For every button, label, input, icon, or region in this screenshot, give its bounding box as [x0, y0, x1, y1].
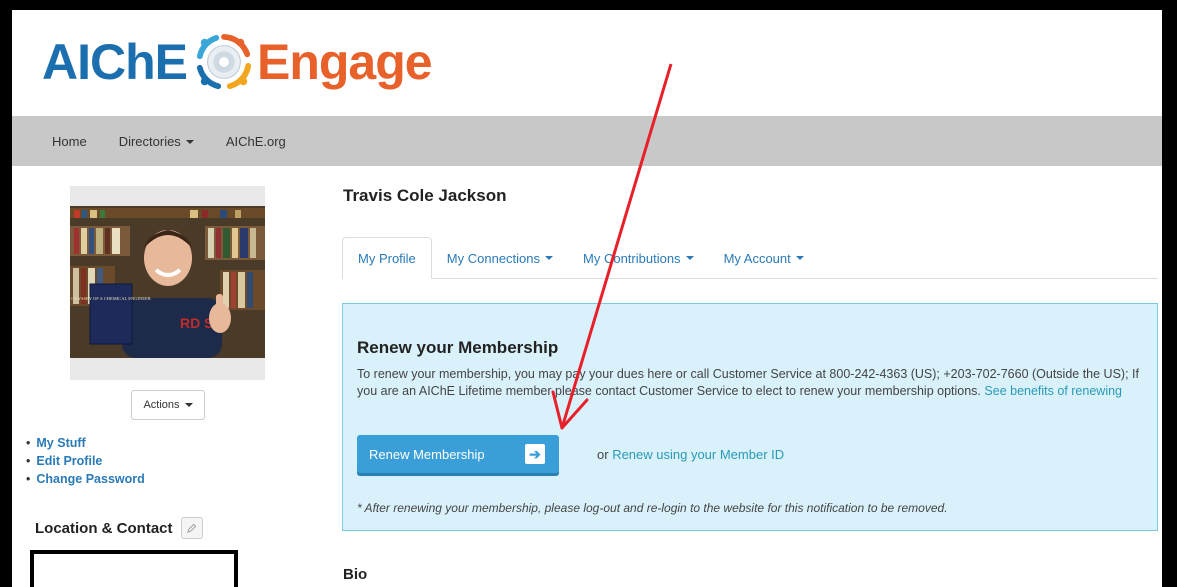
globe-people-icon [196, 33, 252, 90]
tab-my-profile[interactable]: My Profile [342, 237, 432, 279]
or-label: or [597, 447, 609, 462]
renew-note: * After renewing your membership, please… [357, 501, 948, 515]
redacted-contact-box [30, 550, 238, 587]
or-renew-member-id: or Renew using your Member ID [597, 447, 784, 462]
edit-location-button[interactable] [180, 517, 203, 539]
logo-text-aiche: AIChE [42, 34, 188, 90]
pencil-icon [187, 523, 197, 533]
caret-down-icon [795, 256, 804, 260]
actions-label: Actions [143, 399, 180, 411]
tab-my-account[interactable]: My Account [709, 238, 819, 278]
benefits-link[interactable]: See benefits of renewing [984, 384, 1122, 398]
tab-label: My Account [723, 250, 791, 266]
nav-aiche-org-label: AIChE.org [225, 133, 286, 149]
book-title-text: ODYSSEY OF A CHEMICAL ENGINEER [71, 296, 150, 301]
bio-heading: Bio [343, 566, 368, 583]
tab-my-connections[interactable]: My Connections [432, 238, 568, 278]
renew-button-label: Renew Membership [369, 446, 485, 462]
nav-directories-label: Directories [118, 133, 181, 149]
nav-aiche-org[interactable]: AIChE.org [226, 134, 286, 149]
caret-down-icon [184, 403, 193, 407]
renew-description: To renew your membership, you may pay yo… [357, 366, 1147, 400]
renew-membership-button[interactable]: Renew Membership ➔ [357, 435, 559, 473]
location-contact-label: Location & Contact [35, 519, 173, 537]
profile-photo: RD SO ODYSSEY OF A CHEMICAL ENGINEER [70, 186, 265, 380]
renew-title: Renew your Membership [357, 338, 559, 357]
nav-home-label: Home [52, 133, 87, 149]
tab-label: My Profile [358, 250, 416, 266]
sidebar-link-edit-profile[interactable]: Edit Profile [26, 452, 145, 470]
actions-dropdown-button[interactable]: Actions [131, 390, 205, 420]
sidebar-links: My Stuff Edit Profile Change Password [26, 434, 145, 488]
tab-my-contributions[interactable]: My Contributions [568, 238, 709, 278]
logo-text-engage: Engage [257, 34, 433, 90]
renew-member-id-link[interactable]: Renew using your Member ID [612, 447, 784, 462]
renew-membership-alert: Renew your Membership To renew your memb… [342, 303, 1158, 531]
sidebar-link-my-stuff[interactable]: My Stuff [26, 434, 145, 452]
sidebar-link-change-password[interactable]: Change Password [26, 470, 144, 488]
profile-name: Travis Cole Jackson [343, 186, 507, 205]
tab-label: My Connections [446, 250, 541, 266]
caret-down-icon [545, 256, 554, 260]
nav-directories[interactable]: Directories [119, 134, 194, 149]
aiche-engage-logo[interactable]: AIChE Engage [42, 32, 433, 92]
caret-down-icon [685, 256, 694, 260]
caret-down-icon [185, 140, 194, 145]
tab-label: My Contributions [583, 250, 681, 266]
nav-home[interactable]: Home [52, 134, 87, 149]
location-contact-heading: Location & Contact [35, 517, 203, 539]
profile-tabs: My Profile My Connections My Contributio… [342, 237, 1158, 279]
arrow-right-icon: ➔ [525, 444, 545, 464]
top-nav: Home Directories AIChE.org [12, 116, 1162, 166]
page: AIChE Engage Home Directories AIChE.org [12, 10, 1162, 587]
